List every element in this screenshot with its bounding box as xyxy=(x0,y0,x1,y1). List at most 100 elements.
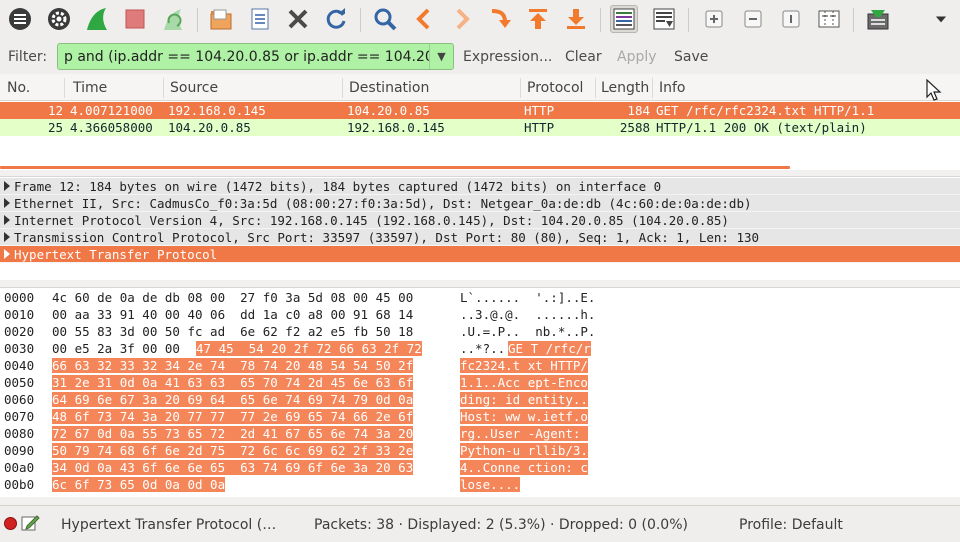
colorize-icon[interactable] xyxy=(610,5,638,33)
column-header-source[interactable]: Source xyxy=(170,80,218,96)
bytes-hex[interactable]: 00 e5 2a 3f 00 00 xyxy=(52,341,187,356)
bytes-ascii[interactable]: ..3.@.@. ......h. xyxy=(460,307,595,322)
bytes-hex-highlight[interactable]: 50 79 74 68 6f 6e 2d 75 72 6c 6c 69 62 2… xyxy=(52,443,414,458)
packet-list[interactable]: No. Time Source Destination Protocol Len… xyxy=(0,74,960,170)
bytes-hex-highlight[interactable]: 47 45 54 20 2f 72 66 63 2f 72 xyxy=(196,341,422,356)
column-divider[interactable] xyxy=(652,78,653,98)
tree-item-label: Ethernet II, Src: CadmusCo_f0:3a:5d (08:… xyxy=(14,196,752,211)
more-icon[interactable] xyxy=(930,5,952,33)
mouse-cursor-icon xyxy=(926,79,942,101)
bytes-ascii-highlight[interactable]: Python-u rllib/3. xyxy=(460,443,588,458)
column-header-time[interactable]: Time xyxy=(73,80,107,96)
column-header-info[interactable]: Info xyxy=(659,80,686,96)
column-header-no[interactable]: No. xyxy=(7,80,30,96)
restart-capture-icon[interactable] xyxy=(159,5,187,33)
toolbar-separator xyxy=(197,8,198,32)
filter-text[interactable]: p and (ip.addr == 104.20.0.85 or ip.addr… xyxy=(64,49,430,65)
bytes-ascii-highlight[interactable]: fc2324.t xt HTTP/ xyxy=(460,358,588,373)
auto-scroll-icon[interactable] xyxy=(650,5,678,33)
column-divider[interactable] xyxy=(342,78,343,98)
expand-arrow-icon[interactable] xyxy=(4,249,10,259)
open-file-icon[interactable] xyxy=(207,5,235,33)
column-header-destination[interactable]: Destination xyxy=(349,80,429,96)
bytes-row: 0030 00 e5 2a 3f 00 00 47 45 54 20 2f 72… xyxy=(0,340,960,357)
column-divider[interactable] xyxy=(163,78,164,98)
bytes-hex-highlight[interactable]: 31 2e 31 0d 0a 41 63 63 65 70 74 2d 45 6… xyxy=(52,375,414,390)
bytes-hex[interactable]: 00 55 83 3d 00 50 fc ad 6e 62 f2 a2 e5 f… xyxy=(52,324,413,339)
bytes-ascii[interactable]: L`...... '.:]..E. xyxy=(460,290,595,305)
filter-history-dropdown[interactable]: ▼ xyxy=(429,44,453,69)
bytes-row: 0020 00 55 83 3d 00 50 fc ad 6e 62 f2 a2… xyxy=(0,323,960,340)
bytes-ascii-highlight[interactable]: GE T /rfc/r xyxy=(508,341,591,356)
capture-comment-icon[interactable] xyxy=(20,514,40,532)
packet-row-selected[interactable]: 12 4.007121000 192.168.0.145 104.20.0.85… xyxy=(0,102,960,119)
bytes-ascii-highlight[interactable]: 4..Conne ction: c xyxy=(460,460,588,475)
column-header-length[interactable]: Length xyxy=(601,80,649,96)
bytes-ascii-highlight[interactable]: lose.... xyxy=(460,477,521,492)
find-packet-icon[interactable] xyxy=(371,5,399,33)
capture-filters-icon[interactable] xyxy=(864,5,892,33)
save-file-icon[interactable] xyxy=(246,5,274,33)
bytes-ascii[interactable]: ..*?.. xyxy=(460,341,505,356)
bytes-hex-highlight[interactable]: 6c 6f 73 65 0d 0a 0d 0a xyxy=(52,477,226,492)
column-divider[interactable] xyxy=(595,78,596,98)
stop-capture-icon[interactable] xyxy=(121,5,149,33)
bytes-hex-highlight[interactable]: 48 6f 73 74 3a 20 77 77 77 2e 69 65 74 6… xyxy=(52,409,414,424)
normal-size-icon[interactable] xyxy=(777,5,805,33)
expand-arrow-icon[interactable] xyxy=(4,181,10,191)
expand-arrow-icon[interactable] xyxy=(4,215,10,225)
packet-bytes-pane[interactable]: 0000 4c 60 de 0a de db 08 00 27 f0 3a 5d… xyxy=(0,287,960,497)
bytes-ascii-highlight[interactable]: rg..User -Agent: xyxy=(460,426,588,441)
display-filter-input[interactable]: p and (ip.addr == 104.20.0.85 or ip.addr… xyxy=(57,43,454,70)
horizontal-scrollbar[interactable] xyxy=(0,166,790,169)
tree-item-ethernet[interactable]: Ethernet II, Src: CadmusCo_f0:3a:5d (08:… xyxy=(0,195,960,212)
tree-item-frame[interactable]: Frame 12: 184 bytes on wire (1472 bits),… xyxy=(0,178,960,195)
packet-source: 104.20.0.85 xyxy=(168,120,251,135)
bytes-hex-highlight[interactable]: 66 63 32 33 32 34 2e 74 78 74 20 48 54 5… xyxy=(52,358,414,373)
bytes-ascii-highlight[interactable]: ding: id entity.. xyxy=(460,392,588,407)
zoom-in-icon[interactable] xyxy=(700,5,728,33)
bytes-hex-highlight[interactable]: 72 67 0d 0a 55 73 65 72 2d 41 67 65 6e 7… xyxy=(52,426,414,441)
bytes-row: 0090 50 79 74 68 6f 6e 2d 75 72 6c 6c 69… xyxy=(0,442,960,459)
bytes-ascii[interactable]: .U.=.P.. nb.*..P. xyxy=(460,324,595,339)
interface-list-icon[interactable] xyxy=(6,5,34,33)
zoom-out-icon[interactable] xyxy=(739,5,767,33)
bytes-hex-highlight[interactable]: 64 69 6e 67 3a 20 69 64 65 6e 74 69 74 7… xyxy=(52,392,414,407)
clear-button[interactable]: Clear xyxy=(565,49,602,65)
expert-info-icon[interactable] xyxy=(4,517,17,530)
tree-item-ipv4[interactable]: Internet Protocol Version 4, Src: 192.16… xyxy=(0,212,960,229)
packet-details-tree[interactable]: Frame 12: 184 bytes on wire (1472 bits),… xyxy=(0,176,960,280)
column-divider[interactable] xyxy=(520,78,521,98)
save-button[interactable]: Save xyxy=(674,49,708,65)
status-profile[interactable]: Profile: Default xyxy=(739,517,843,533)
bytes-ascii-highlight[interactable]: Host: ww w.ietf.o xyxy=(460,409,588,424)
go-last-icon[interactable] xyxy=(562,5,590,33)
bytes-offset: 0080 xyxy=(4,426,35,441)
go-to-packet-icon[interactable] xyxy=(486,5,514,33)
resize-columns-icon[interactable] xyxy=(815,5,843,33)
go-forward-icon[interactable] xyxy=(448,5,476,33)
column-divider[interactable] xyxy=(64,78,65,98)
bytes-hex-highlight[interactable]: 34 0d 0a 43 6f 6e 6e 65 63 74 69 6f 6e 3… xyxy=(52,460,414,475)
bytes-ascii-highlight[interactable]: 1.1..Acc ept-Enco xyxy=(460,375,588,390)
go-first-icon[interactable] xyxy=(524,5,552,33)
tree-item-label: Frame 12: 184 bytes on wire (1472 bits),… xyxy=(14,179,662,194)
bytes-hex[interactable]: 00 aa 33 91 40 00 40 06 dd 1a c0 a8 00 9… xyxy=(52,307,413,322)
expression-button[interactable]: Expression... xyxy=(463,49,552,65)
go-back-icon[interactable] xyxy=(410,5,438,33)
expand-arrow-icon[interactable] xyxy=(4,198,10,208)
close-file-icon[interactable] xyxy=(284,5,312,33)
toolbar-separator xyxy=(360,8,361,32)
start-capture-icon[interactable] xyxy=(83,5,111,33)
expand-arrow-icon[interactable] xyxy=(4,232,10,242)
capture-options-icon[interactable] xyxy=(45,5,73,33)
column-header-protocol[interactable]: Protocol xyxy=(527,80,583,96)
apply-button[interactable]: Apply xyxy=(617,49,657,65)
packet-row[interactable]: 25 4.366058000 104.20.0.85 192.168.0.145… xyxy=(0,119,960,136)
tree-item-http-selected[interactable]: Hypertext Transfer Protocol xyxy=(0,246,960,263)
tree-item-tcp[interactable]: Transmission Control Protocol, Src Port:… xyxy=(0,229,960,246)
bytes-row: 00b0 6c 6f 73 65 0d 0a 0d 0a lose.... xyxy=(0,476,960,493)
bytes-hex[interactable]: 4c 60 de 0a de db 08 00 27 f0 3a 5d 08 0… xyxy=(52,290,413,305)
packet-time: 4.007121000 xyxy=(70,103,153,118)
reload-icon[interactable] xyxy=(322,5,350,33)
